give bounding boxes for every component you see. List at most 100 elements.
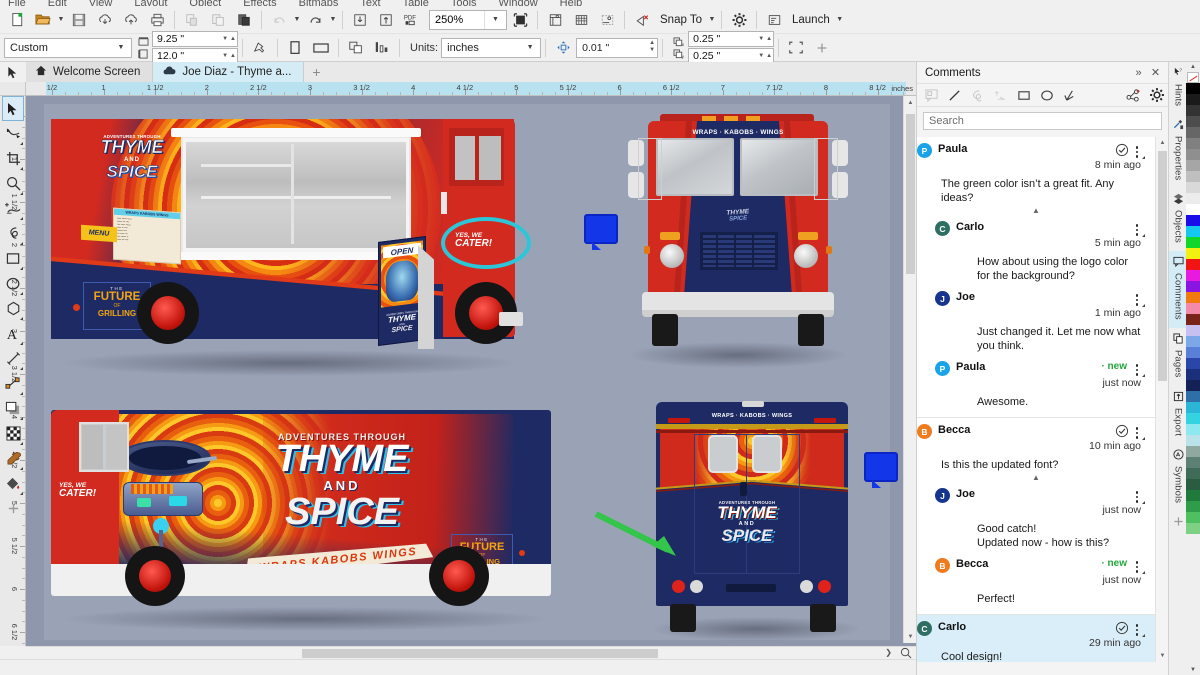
- zoom-level-combobox[interactable]: ▼: [429, 9, 507, 30]
- zoom-tool[interactable]: [2, 171, 24, 196]
- redo-history-caret[interactable]: ▼: [328, 8, 338, 32]
- snap-to-caret[interactable]: ▼: [707, 8, 717, 32]
- dock-tab-properties[interactable]: Properties: [1169, 114, 1187, 188]
- color-swatch[interactable]: [1186, 226, 1200, 237]
- comments-scrollbar[interactable]: ▲ ▼: [1155, 137, 1168, 662]
- check-circle-icon[interactable]: [1115, 424, 1129, 438]
- cloud-download-button[interactable]: [92, 8, 118, 32]
- color-eyedropper-tool[interactable]: [2, 446, 24, 471]
- color-swatch[interactable]: [1186, 259, 1200, 270]
- color-swatch[interactable]: [1186, 270, 1200, 281]
- show-rulers-button[interactable]: [542, 8, 568, 32]
- ellipse-icon[interactable]: [1036, 85, 1058, 106]
- apply-to-all-pages-button[interactable]: [343, 36, 369, 60]
- color-swatch[interactable]: [1186, 237, 1200, 248]
- add-toolbar-item-button[interactable]: [809, 36, 835, 60]
- publish-pdf-button[interactable]: PDF: [399, 8, 425, 32]
- color-swatch[interactable]: [1186, 292, 1200, 303]
- ellipse-tool[interactable]: [2, 271, 24, 296]
- pick-tool[interactable]: [2, 96, 24, 121]
- comment-thread[interactable]: P Paula 8 min ago The green color isn’t …: [917, 137, 1155, 418]
- color-swatch[interactable]: [1186, 281, 1200, 292]
- color-swatch[interactable]: [1186, 149, 1200, 160]
- comment-thread[interactable]: B Becca 10 min ago Is this the updated f…: [917, 418, 1155, 615]
- color-swatch[interactable]: [1186, 138, 1200, 149]
- comment-menu-button[interactable]: [1131, 488, 1145, 503]
- collapse-thread-caret[interactable]: ▲: [917, 207, 1155, 215]
- share-icon[interactable]: [1123, 85, 1145, 106]
- zoom-level-input[interactable]: [430, 10, 484, 29]
- portrait-orientation-button[interactable]: [282, 36, 308, 60]
- undo-history-caret[interactable]: ▼: [292, 8, 302, 32]
- line-icon[interactable]: [944, 85, 966, 106]
- check-circle-icon[interactable]: [1115, 621, 1129, 635]
- comments-scroll-thumb[interactable]: [1158, 151, 1167, 381]
- snap-to-label[interactable]: Snap To: [655, 14, 707, 26]
- color-swatch[interactable]: [1186, 391, 1200, 402]
- color-swatch[interactable]: [1186, 446, 1200, 457]
- redo-button[interactable]: [302, 8, 328, 32]
- dock-tab-pages[interactable]: Pages: [1169, 328, 1187, 385]
- color-swatch[interactable]: [1186, 336, 1200, 347]
- dock-tab-symbols[interactable]: Symbols: [1169, 444, 1187, 511]
- print-button[interactable]: [144, 8, 170, 32]
- launch-icon-button[interactable]: [761, 8, 787, 32]
- drop-shadow-tool[interactable]: [2, 396, 24, 421]
- transparency-tool[interactable]: [2, 421, 24, 446]
- color-swatch[interactable]: [1186, 160, 1200, 171]
- page-width-field[interactable]: 9.25 " ▼ ▲: [152, 31, 238, 47]
- color-swatch[interactable]: [1186, 248, 1200, 259]
- cloud-upload-button[interactable]: [118, 8, 144, 32]
- color-swatch[interactable]: [1186, 369, 1200, 380]
- color-swatch[interactable]: [1186, 325, 1200, 336]
- crop-tool[interactable]: [2, 146, 24, 171]
- comment-box-icon[interactable]: [921, 85, 943, 106]
- tab-welcome-screen[interactable]: Welcome Screen: [26, 62, 154, 82]
- comment-menu-button[interactable]: [1131, 291, 1145, 306]
- color-swatch[interactable]: [1186, 457, 1200, 468]
- add-document-tab-button[interactable]: +: [304, 62, 328, 82]
- truck-front-view[interactable]: WRAPS · KABOBS · WINGS THYME SPICE: [620, 114, 856, 374]
- comment-pin-1[interactable]: [584, 214, 618, 250]
- freehand-tool[interactable]: [2, 196, 24, 221]
- open-document-button[interactable]: [30, 8, 56, 32]
- color-swatch[interactable]: [1186, 435, 1200, 446]
- comment-menu-button[interactable]: [1131, 558, 1145, 573]
- zoom-dropdown-arrow[interactable]: ▼: [484, 10, 506, 29]
- connector-tool[interactable]: [2, 371, 24, 396]
- show-grid-button[interactable]: [568, 8, 594, 32]
- export-button[interactable]: [373, 8, 399, 32]
- loop-icon[interactable]: [967, 85, 989, 106]
- comment-menu-button[interactable]: [1131, 361, 1145, 376]
- rectangle-icon[interactable]: [1013, 85, 1035, 106]
- search-input[interactable]: [929, 115, 1161, 127]
- color-swatch[interactable]: [1186, 83, 1200, 94]
- comment-thread-list[interactable]: P Paula 8 min ago The green color isn’t …: [917, 137, 1155, 662]
- canvas-horizontal-scrollbar[interactable]: ❯: [26, 646, 916, 659]
- units-arrow[interactable]: ▼: [520, 39, 540, 57]
- full-screen-preview-button[interactable]: [507, 8, 533, 32]
- duplicate-x-field[interactable]: 0.25 " ▼ ▲: [688, 31, 775, 47]
- dock-tab-add[interactable]: [1169, 511, 1187, 538]
- parallel-dimension-tool[interactable]: [2, 346, 24, 371]
- comment-menu-button[interactable]: [1131, 143, 1145, 158]
- palette-scroll-up[interactable]: ▲: [1186, 62, 1200, 72]
- close-icon[interactable]: ✕: [1147, 64, 1164, 81]
- color-swatch[interactable]: [1186, 171, 1200, 182]
- page-preset-arrow[interactable]: ▼: [111, 39, 131, 57]
- color-swatch[interactable]: [1186, 182, 1200, 193]
- color-swatch[interactable]: [1186, 501, 1200, 512]
- new-document-button[interactable]: [4, 8, 30, 32]
- comment-thread[interactable]: C Carlo 29 min ago Cool design!: [917, 615, 1155, 662]
- truck-side-view-open[interactable]: ADVENTURES THROUGH THYME AND SPICE WRAPS…: [51, 114, 531, 379]
- show-guidelines-button[interactable]: [594, 8, 620, 32]
- arrow-stamp-icon[interactable]: [990, 85, 1012, 106]
- annotation-ellipse[interactable]: [441, 217, 531, 269]
- color-swatch[interactable]: [1186, 479, 1200, 490]
- paste-button[interactable]: [231, 8, 257, 32]
- color-swatch[interactable]: [1186, 523, 1200, 534]
- color-swatch[interactable]: [1186, 105, 1200, 116]
- color-swatch[interactable]: [1186, 116, 1200, 127]
- units-combobox[interactable]: inches ▼: [441, 37, 542, 58]
- ruler-origin-corner[interactable]: [0, 82, 26, 96]
